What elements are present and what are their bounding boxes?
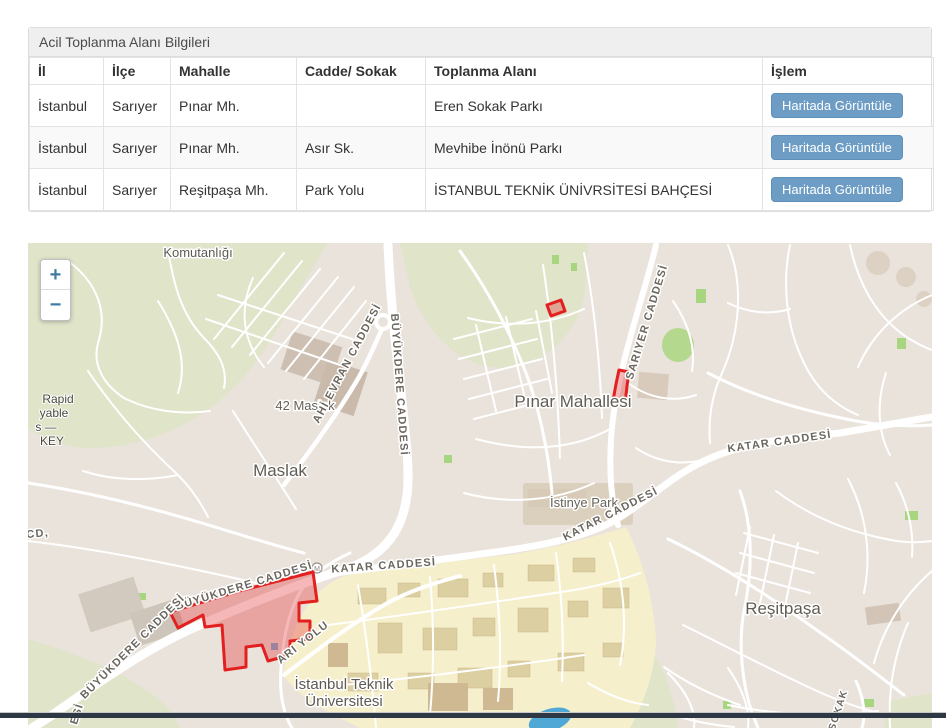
table-row: İstanbul Sarıyer Pınar Mh. Asır Sk. Mevh… xyxy=(30,127,934,169)
cell-cadde: Asır Sk. xyxy=(297,127,426,169)
map-canvas[interactable]: M Komutanlığı42 MaslakMaslakPınar Mahall… xyxy=(28,243,932,728)
map-label: Reşitpaşa xyxy=(745,599,821,618)
map-zoom-control: + − xyxy=(40,259,71,321)
assembly-info-panel: Acil Toplanma Alanı Bilgileri İl İlçe Ma… xyxy=(28,27,932,212)
table-row: İstanbul Sarıyer Pınar Mh. Eren Sokak Pa… xyxy=(30,85,934,127)
cell-toplanma: Mevhibe İnönü Parkı xyxy=(426,127,763,169)
svg-text:M: M xyxy=(314,566,320,573)
cell-il: İstanbul xyxy=(30,127,104,169)
page-footer-bar xyxy=(0,712,946,718)
zoom-out-button[interactable]: − xyxy=(41,290,70,320)
cell-toplanma: Eren Sokak Parkı xyxy=(426,85,763,127)
zoom-in-button[interactable]: + xyxy=(41,260,70,290)
cell-il: İstanbul xyxy=(30,85,104,127)
col-ilce: İlçe xyxy=(104,58,171,85)
table-header-row: İl İlçe Mahalle Cadde/ Sokak Toplanma Al… xyxy=(30,58,934,85)
map-label: Rapid xyxy=(42,392,73,406)
cell-cadde xyxy=(297,85,426,127)
col-cadde: Cadde/ Sokak xyxy=(297,58,426,85)
map-label: Pınar Mahallesi xyxy=(514,392,631,411)
show-on-map-button[interactable]: Haritada Görüntüle xyxy=(771,93,903,118)
map-label: Üniversitesi xyxy=(305,692,383,710)
cell-mahalle: Reşitpaşa Mh. xyxy=(171,169,297,211)
cell-cadde: Park Yolu xyxy=(297,169,426,211)
cell-mahalle: Pınar Mh. xyxy=(171,127,297,169)
map-label: s — xyxy=(35,420,56,434)
map-label: KEY xyxy=(40,434,64,448)
col-islem: İşlem xyxy=(763,58,934,85)
cell-ilce: Sarıyer xyxy=(104,127,171,169)
col-mahalle: Mahalle xyxy=(171,58,297,85)
cell-mahalle: Pınar Mh. xyxy=(171,85,297,127)
cell-ilce: Sarıyer xyxy=(104,169,171,211)
assembly-table: İl İlçe Mahalle Cadde/ Sokak Toplanma Al… xyxy=(29,57,934,211)
cell-il: İstanbul xyxy=(30,169,104,211)
map-label: yable xyxy=(40,406,69,420)
page-content: Acil Toplanma Alanı Bilgileri İl İlçe Ma… xyxy=(0,0,946,728)
col-toplanma: Toplanma Alanı xyxy=(426,58,763,85)
map-label: Maslak xyxy=(253,461,307,480)
panel-title: Acil Toplanma Alanı Bilgileri xyxy=(29,28,931,57)
show-on-map-button[interactable]: Haritada Görüntüle xyxy=(771,177,903,202)
col-il: İl xyxy=(30,58,104,85)
show-on-map-button[interactable]: Haritada Görüntüle xyxy=(771,135,903,160)
map-label: CD, xyxy=(28,527,50,541)
map[interactable]: + − xyxy=(28,243,932,728)
cell-ilce: Sarıyer xyxy=(104,85,171,127)
map-label: İstanbul Teknik xyxy=(295,675,394,693)
table-row: İstanbul Sarıyer Reşitpaşa Mh. Park Yolu… xyxy=(30,169,934,211)
map-label: Komutanlığı xyxy=(163,245,232,260)
cell-toplanma: İSTANBUL TEKNİK ÜNİVRSİTESİ BAHÇESİ xyxy=(426,169,763,211)
